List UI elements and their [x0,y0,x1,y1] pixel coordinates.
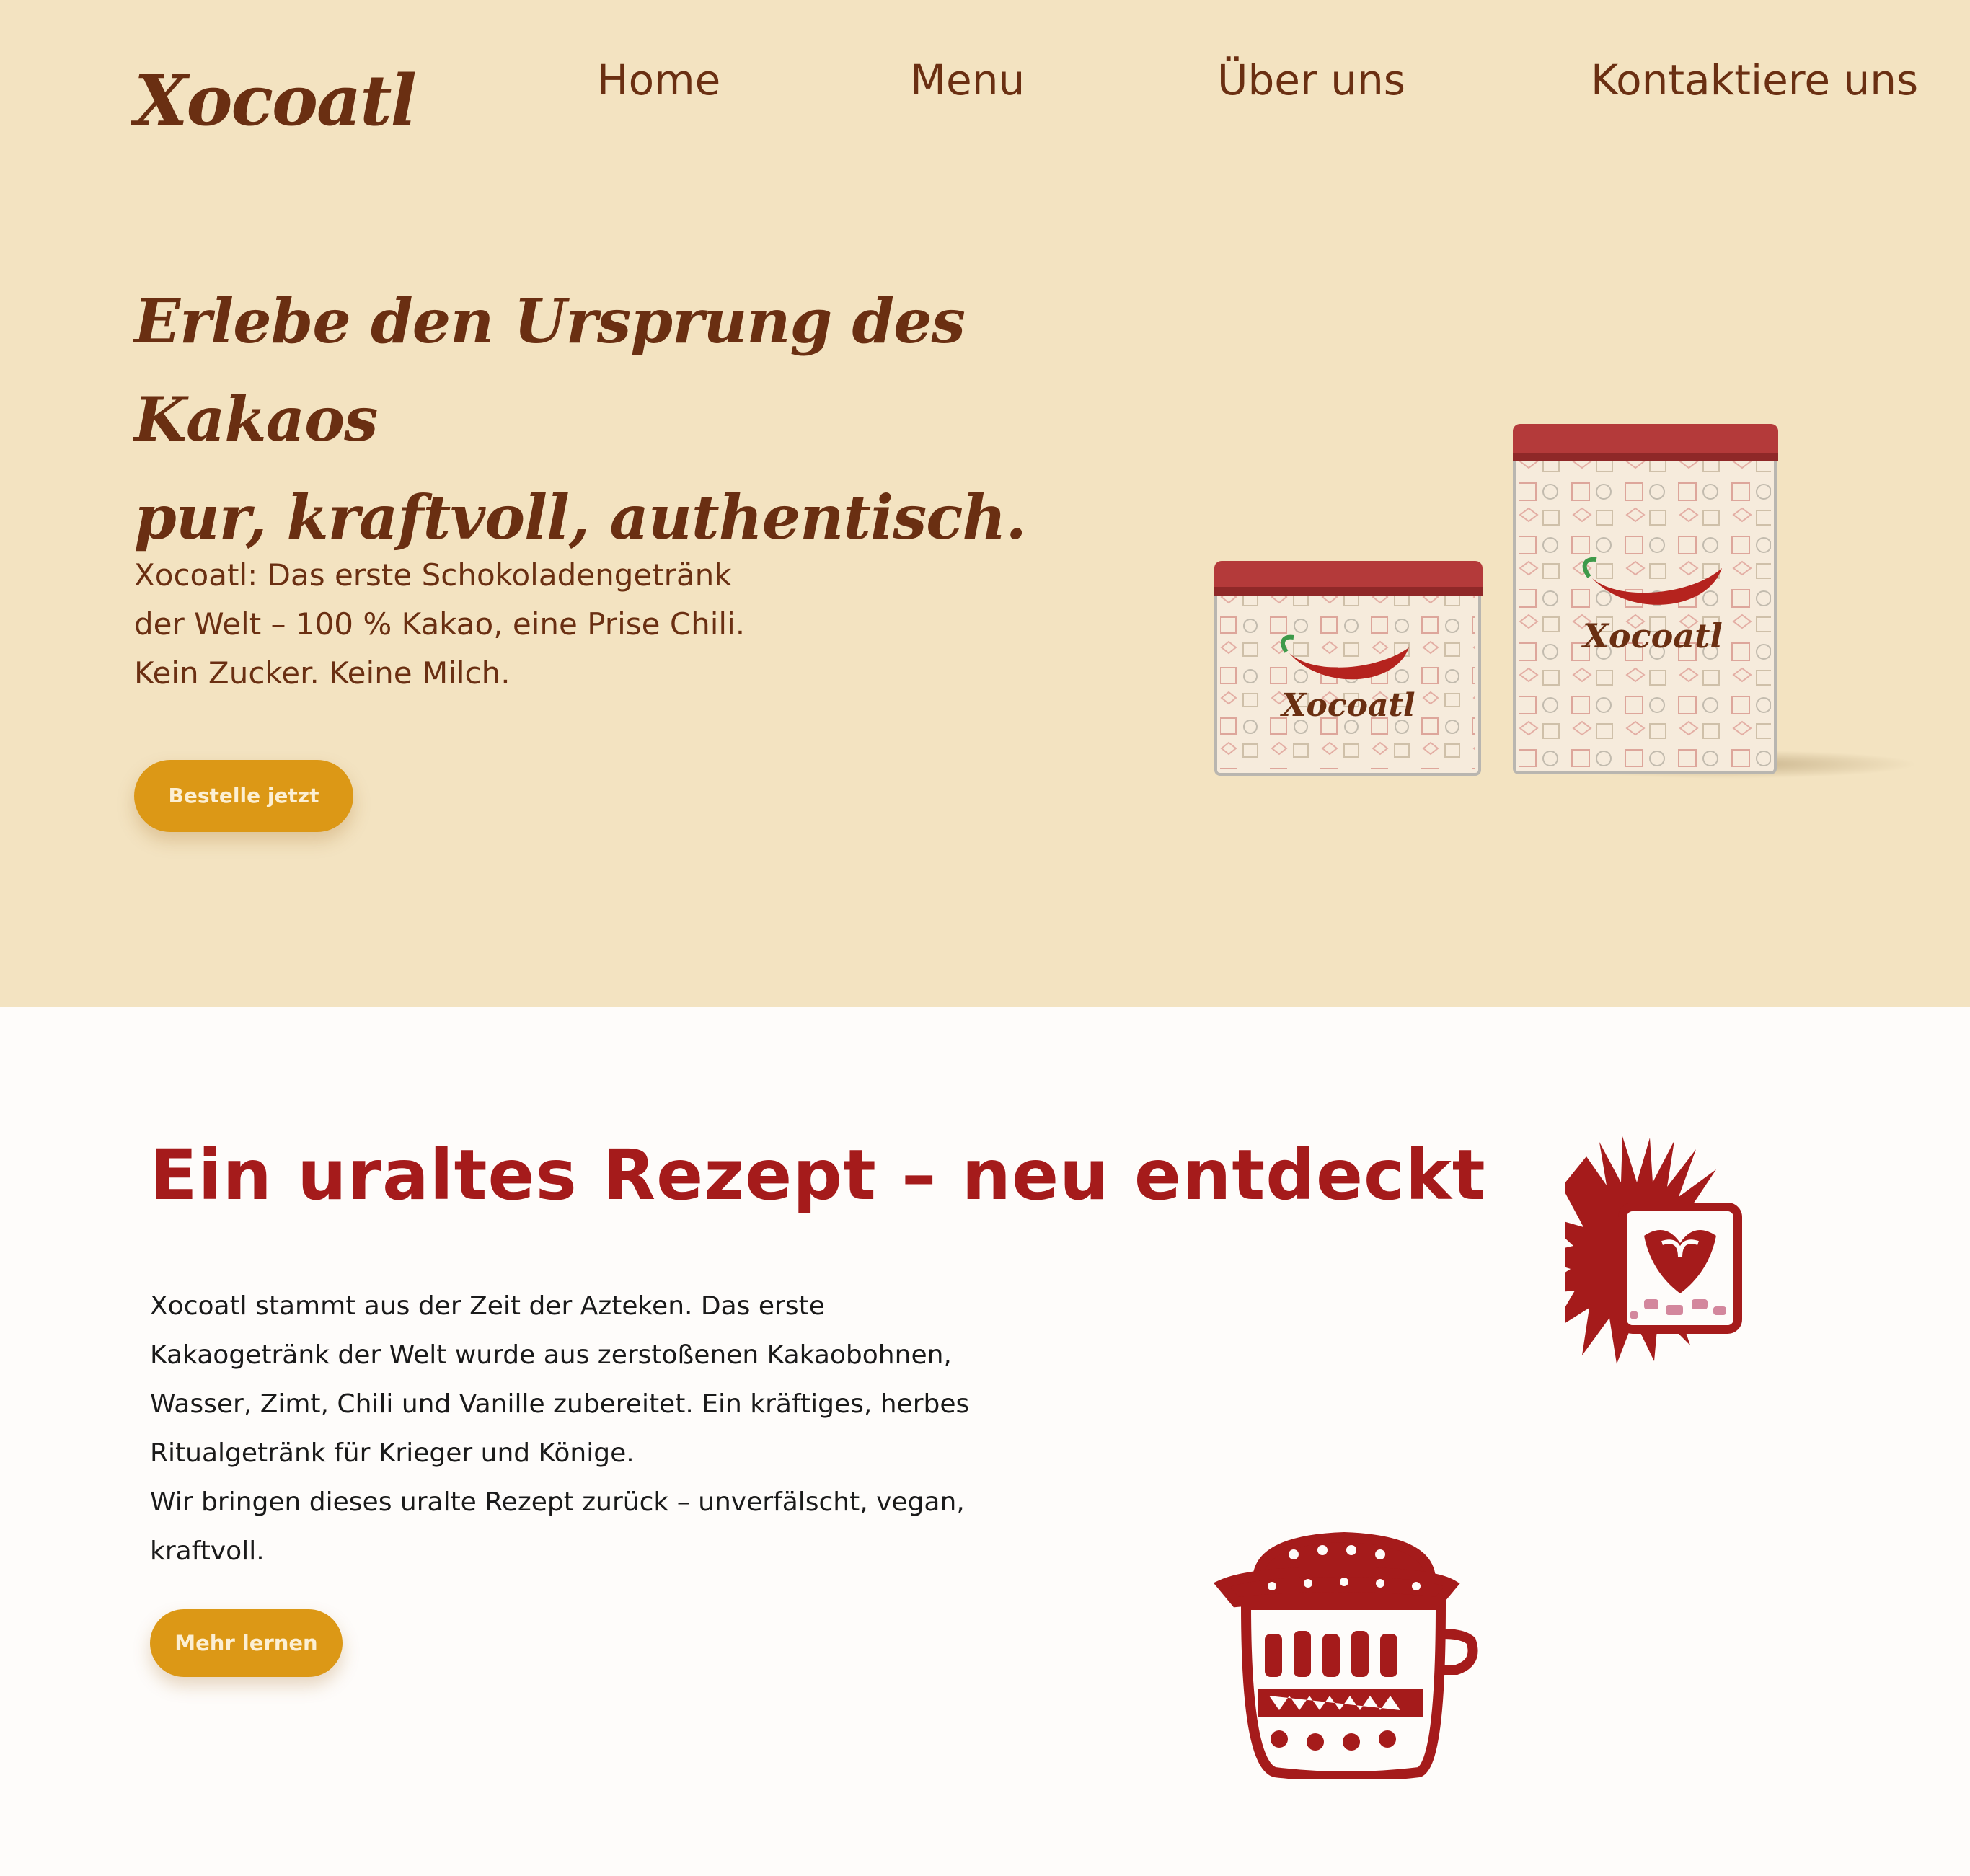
aztec-pot-icon [1214,1531,1478,1779]
about-text-line: Kakaogetränk der Welt wurde aus zerstoße… [150,1340,952,1370]
hero-description-line1: Xocoatl: Das erste Schokoladengetränk [134,557,732,593]
hero-title-line1: Erlebe den Ursprung des Kakaos [134,286,966,455]
brand-logo[interactable]: Xocoatl [134,66,417,136]
product-tin-small: Xocoatl [1214,561,1483,776]
hero-description-line2: der Welt – 100 % Kakao, eine Prise Chili… [134,606,746,642]
about-text: Xocoatl stammt aus der Zeit der Azteken.… [150,1282,1001,1576]
about-text-line: Xocoatl stammt aus der Zeit der Azteken.… [150,1291,825,1321]
hero-description: Xocoatl: Das erste Schokoladengetränk de… [134,551,841,698]
about-title: Ein uraltes Rezept – neu entdeckt [150,1135,1486,1216]
nav-menu-link[interactable]: Menu [910,55,1025,105]
product-tin-large: Xocoatl [1513,424,1778,774]
nav-home-link[interactable]: Home [597,55,720,105]
aztec-sun-icon [1565,1136,1742,1364]
about-text-line: Wir bringen dieses uralte Rezept zurück … [150,1487,965,1517]
hero-title: Erlebe den Ursprung des Kakaos pur, kraf… [134,273,1072,567]
tin-large-label: Xocoatl [1581,616,1723,655]
hero-description-line3: Kein Zucker. Keine Milch. [134,655,511,691]
learn-more-button[interactable]: Mehr lernen [150,1609,343,1677]
nav-contact-link[interactable]: Kontaktiere uns [1591,55,1918,105]
order-now-button[interactable]: Bestelle jetzt [134,760,353,832]
tin-small-label: Xocoatl [1279,687,1415,724]
about-text-line: Wasser, Zimt, Chili und Vanille zubereit… [150,1389,970,1419]
about-text-line: Ritualgetränk für Krieger und Könige. [150,1438,635,1468]
about-text-line: kraftvoll. [150,1536,265,1566]
nav-about-link[interactable]: Über uns [1217,55,1405,105]
